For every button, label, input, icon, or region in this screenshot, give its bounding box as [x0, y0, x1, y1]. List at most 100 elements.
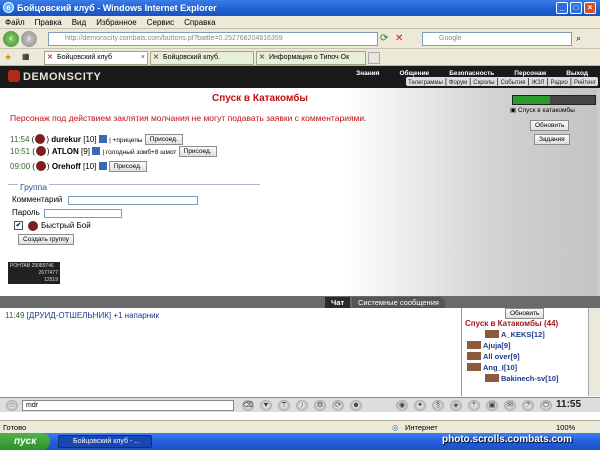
descent-label[interactable]: ▣ Спуск в катакомбы — [510, 106, 596, 114]
stop-icon[interactable]: ✕ — [395, 33, 407, 45]
info-icon[interactable] — [98, 135, 107, 143]
help-icon[interactable]: ? — [522, 400, 534, 411]
tab-2[interactable]: ✕ Бойцовский клуб. — [150, 51, 254, 65]
refresh-chat-icon[interactable]: ⟳ — [332, 400, 344, 411]
comment-input[interactable] — [68, 196, 198, 205]
sub-nav: Телеграммы | Форум | Скролы | События | ЖЗЛ | Ради… — [406, 77, 598, 86]
tab-chat[interactable]: Чат — [325, 297, 351, 308]
tasks-button[interactable]: Задания — [534, 134, 570, 145]
close-button[interactable]: × — [584, 2, 596, 14]
users-icon[interactable]: ☻ — [350, 400, 362, 411]
nav-zhzl[interactable]: ЖЗЛ — [530, 79, 547, 88]
tab-3[interactable]: ✕ Информация о Типоч Ок — [256, 51, 366, 65]
scroll-icon[interactable]: § — [432, 400, 444, 411]
translit-icon[interactable]: T — [278, 400, 290, 411]
minimize-button[interactable]: _ — [556, 2, 568, 14]
shield-icon[interactable]: ◈ — [450, 400, 462, 411]
search-input[interactable]: Google — [422, 32, 572, 46]
hp-bar — [512, 95, 596, 105]
quick-fight-label: Быстрый Бой — [41, 221, 91, 230]
nav-events[interactable]: События — [499, 79, 528, 88]
clear-icon[interactable]: ⌫ — [242, 400, 254, 411]
new-tab-button[interactable] — [368, 52, 380, 64]
request-nick[interactable]: Orehoff — [52, 162, 81, 171]
tab-system-messages[interactable]: Системные сообщения — [352, 297, 445, 308]
search-icon[interactable]: ⌕ — [576, 33, 581, 44]
nav-forum[interactable]: Форум — [447, 79, 469, 88]
visit-counter[interactable]: POHTAB 29089746 2677477 12519 — [8, 262, 60, 284]
logo-text: DEMONSCITY — [23, 71, 102, 83]
message-author[interactable]: [ДРУИД-ОТШЕЛЬНИК] — [27, 311, 111, 320]
taskbar-window-button[interactable]: Бойцовский клуб - ... — [58, 435, 152, 448]
refresh-icon[interactable]: ⟳ — [380, 33, 392, 45]
quick-fight-checkbox[interactable]: ✔ — [14, 221, 23, 230]
hp-bar-fill — [513, 96, 550, 104]
player-row[interactable]: All over[9] — [467, 352, 520, 362]
player-row[interactable]: A_KEKS[12] — [485, 330, 545, 340]
menu-view[interactable]: Вид — [67, 16, 91, 29]
nav-rating[interactable]: Рейтинг — [572, 79, 598, 88]
mail-icon[interactable]: ✉ — [504, 400, 516, 411]
maximize-button[interactable]: □ — [570, 2, 582, 14]
menu-file[interactable]: Файл — [0, 16, 30, 29]
refresh-button[interactable]: Обновить — [530, 120, 570, 131]
counter-line: 12519 — [44, 277, 58, 283]
request-time: 09:00 — [10, 162, 31, 171]
combats-icon: ✕ — [153, 54, 159, 61]
nav-radio[interactable]: Радио — [549, 79, 570, 88]
tab-close-icon[interactable]: × — [141, 52, 145, 64]
join-button[interactable]: Присоед. — [108, 161, 147, 173]
player-level: [10] — [545, 374, 559, 383]
nav-character[interactable]: Персонаж — [504, 70, 556, 77]
tab-1[interactable]: ✕ Бойцовский клуб × — [44, 51, 148, 65]
filter-icon[interactable]: ▼ — [260, 400, 272, 411]
player-row[interactable]: Ang_I[10] — [467, 363, 517, 373]
player-row[interactable]: Bakinech-sv[10] — [485, 374, 559, 384]
nav-scrolls[interactable]: Скролы — [471, 79, 496, 88]
favorites-star-icon[interactable]: ★ — [4, 52, 12, 63]
menu-tools[interactable]: Сервис — [142, 16, 179, 29]
nav-exit[interactable]: Выход — [556, 70, 598, 77]
menu-favorites[interactable]: Избранное — [91, 16, 142, 29]
forward-button[interactable]: › — [21, 31, 37, 47]
address-input[interactable]: http://demonscity.combats.com/buttons.pl… — [48, 32, 378, 46]
nav-communication[interactable]: Общение — [389, 70, 439, 77]
info-icon[interactable] — [98, 162, 107, 170]
tab-bar: ★ ▦ ✕ Бойцовский клуб × ✕ Бойцовский клуб. … — [0, 49, 600, 66]
create-group-button[interactable]: Создать группу — [18, 234, 74, 245]
back-button[interactable]: ‹ — [3, 31, 19, 47]
request-nick[interactable]: durekur — [51, 135, 81, 144]
nav-telegrams[interactable]: Телеграммы — [406, 79, 445, 88]
request-nick[interactable]: ATLON — [52, 147, 79, 156]
settings-icon[interactable]: ⚙ — [314, 400, 326, 411]
map-icon[interactable]: ▣ — [486, 400, 498, 411]
tab-list-icon[interactable]: ▦ — [22, 52, 30, 61]
tab-1-label: Бойцовский клуб — [57, 54, 113, 61]
chat-input[interactable]: mdr — [22, 400, 234, 411]
password-input[interactable] — [44, 209, 122, 218]
exit-icon[interactable]: ⏻ — [540, 400, 552, 411]
magic-icon[interactable]: ✦ — [414, 400, 426, 411]
window-titlebar[interactable]: e Бойцовский клуб - Windows Internet Exp… — [0, 0, 600, 16]
message-time: 11:49 — [5, 311, 25, 320]
request-row: 10:51 () ATLON [9] | голодный зомб+8 шмо… — [10, 146, 217, 158]
watermark: photo.scrolls.combats.com — [442, 434, 573, 445]
sidebar-refresh-button[interactable]: Обновить — [505, 308, 545, 319]
sword-icon[interactable]: † — [468, 400, 480, 411]
menu-help[interactable]: Справка — [179, 16, 220, 29]
smiley-icon[interactable]: ☺ — [6, 400, 18, 411]
sound-icon[interactable]: ♪ — [296, 400, 308, 411]
info-icon[interactable] — [92, 147, 101, 155]
request-comment: | голодный зомб+8 шмот — [102, 149, 177, 156]
sidebar-scrollbar[interactable] — [588, 308, 600, 396]
start-button[interactable]: пуск — [0, 433, 50, 450]
player-row[interactable]: Ajuja[9] — [467, 341, 511, 351]
menu-edit[interactable]: Правка — [30, 16, 67, 29]
bag-icon[interactable]: ◉ — [396, 400, 408, 411]
nav-knowledge[interactable]: Знания — [346, 70, 389, 77]
window-title: Бойцовский клуб - Windows Internet Explo… — [17, 3, 217, 13]
page-title: Спуск в Катакомбы — [212, 93, 308, 104]
join-button[interactable]: Присоед. — [178, 146, 217, 158]
join-button[interactable]: Присоед. — [144, 134, 183, 146]
nav-security[interactable]: Безопасность — [439, 70, 504, 77]
